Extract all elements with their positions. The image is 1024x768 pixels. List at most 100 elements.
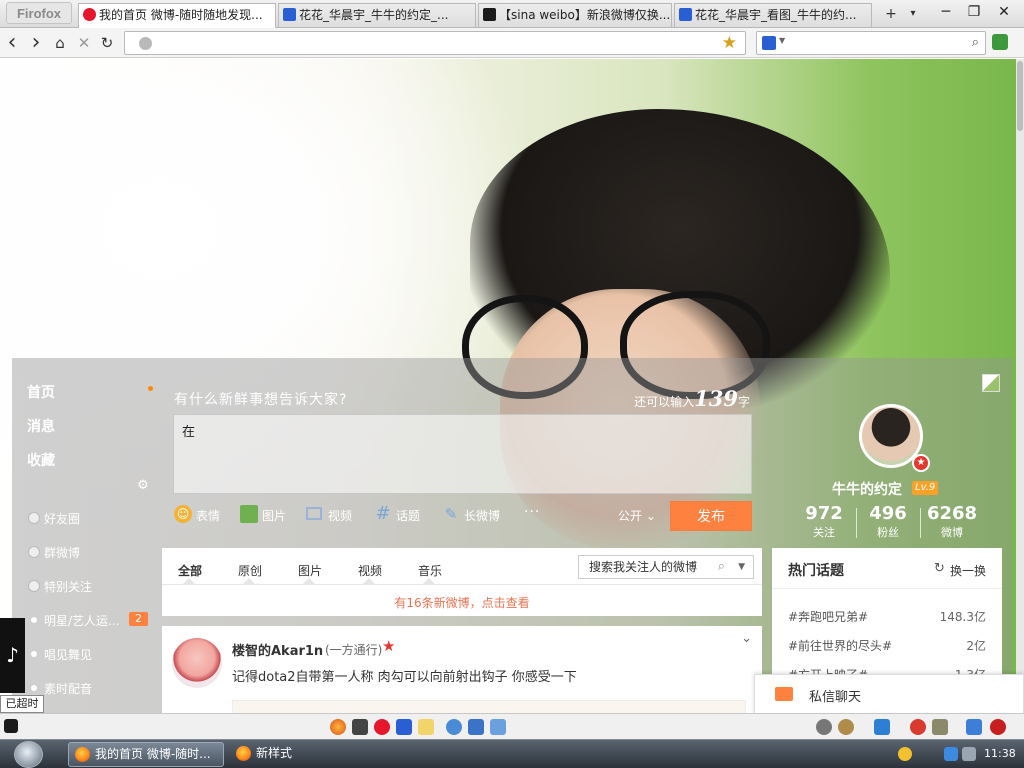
post-author[interactable]: 楼智的Akar1n bbox=[232, 640, 323, 659]
tab-weibo-home[interactable]: 我的首页 微博-随时随地发现... bbox=[78, 3, 276, 28]
feed-search-input[interactable]: 搜索我关注人的微博 ⌕ ▼ bbox=[578, 555, 754, 579]
app-menu-button[interactable]: Firofox bbox=[6, 2, 72, 24]
post-media[interactable] bbox=[232, 700, 746, 713]
tab-music[interactable]: 音乐 bbox=[418, 562, 442, 579]
puzzle-icon[interactable] bbox=[468, 719, 484, 735]
dot-icon bbox=[31, 685, 37, 691]
stat-label: 关注 bbox=[813, 526, 835, 539]
home-button[interactable]: ⌂ bbox=[50, 33, 70, 53]
tv-icon[interactable] bbox=[352, 719, 368, 735]
volume-tray-icon[interactable] bbox=[962, 747, 976, 761]
nav-messages[interactable]: 消息 bbox=[27, 416, 55, 436]
gear-icon[interactable] bbox=[816, 719, 832, 735]
feed-post: 楼智的Akar1n (一方通行) ★ 记得dota2自带第一人称 肉勾可以向前射… bbox=[162, 626, 762, 713]
hot-topic-item[interactable]: #奔跑吧兄弟# 148.3亿 bbox=[788, 608, 986, 625]
monkey-icon[interactable] bbox=[838, 719, 854, 735]
visibility-dropdown[interactable]: 公开 ⌄ bbox=[618, 507, 656, 524]
nav-group-friends[interactable]: 好友圈 bbox=[28, 510, 80, 527]
new-tab-button[interactable]: + bbox=[882, 5, 900, 23]
refresh-topics-button[interactable]: ↻ 换一换 bbox=[933, 561, 986, 579]
start-button[interactable] bbox=[14, 741, 43, 768]
tab-all[interactable]: 全部 bbox=[178, 562, 202, 579]
gear-icon[interactable]: ⚙ bbox=[136, 479, 150, 493]
back-button[interactable]: ‹ bbox=[2, 32, 22, 54]
s-icon[interactable] bbox=[4, 719, 18, 733]
nav-group-group-weibo[interactable]: 群微博 bbox=[28, 544, 80, 561]
tab-videos[interactable]: 视频 bbox=[358, 562, 382, 579]
search-icon[interactable]: ⌕ bbox=[718, 556, 725, 578]
restore-button[interactable]: ❐ bbox=[962, 2, 986, 22]
tab-original[interactable]: 原创 bbox=[238, 562, 262, 579]
qq-tray-icon[interactable] bbox=[898, 747, 912, 761]
stat-number: 6268 bbox=[926, 503, 978, 524]
video-button[interactable]: 视频 bbox=[306, 507, 352, 524]
user-icon[interactable] bbox=[874, 719, 890, 735]
url-bar[interactable]: ★ bbox=[124, 31, 746, 55]
level-badge[interactable]: Lv.9 bbox=[912, 481, 939, 495]
private-chat-bar[interactable]: 私信聊天 bbox=[754, 674, 1024, 713]
nav-home[interactable]: 首页 bbox=[27, 382, 55, 402]
stat-following[interactable]: 972 关注 bbox=[794, 504, 854, 540]
tab-sina-weibo-skin[interactable]: 【sina weibo】新浪微博仅换... bbox=[478, 3, 672, 27]
link-icon[interactable] bbox=[446, 719, 462, 735]
chevron-down-icon[interactable]: ▼ bbox=[738, 556, 745, 578]
tool-label: 图片 bbox=[262, 509, 287, 523]
network-icon[interactable] bbox=[966, 719, 982, 735]
nav-group-special[interactable]: 特别关注 bbox=[28, 578, 92, 595]
image-button[interactable]: 图片 bbox=[240, 505, 287, 524]
paw-icon[interactable] bbox=[396, 719, 412, 735]
skin-settings-icon[interactable] bbox=[982, 374, 1000, 392]
page-scrollbar[interactable] bbox=[1016, 59, 1024, 713]
tools-icon[interactable] bbox=[932, 719, 948, 735]
hot-topic-item[interactable]: #前往世界的尽头# 2亿 bbox=[788, 637, 986, 654]
emoji-button[interactable]: ☺ 表情 bbox=[174, 505, 220, 524]
tab-huahua-pics[interactable]: 花花_华晨宇_看图_牛牛的约... bbox=[674, 3, 872, 27]
firefox-icon[interactable] bbox=[330, 719, 346, 735]
reload-button[interactable]: ↻ bbox=[97, 33, 117, 53]
main-panel: 首页 消息 收藏 ⚙ 好友圈 群微博 特别关注 明星/艺人运... 2 唱见舞见… bbox=[12, 358, 1012, 713]
scrollbar-thumb[interactable] bbox=[1017, 61, 1023, 131]
topic-button[interactable]: # 话题 bbox=[374, 505, 420, 524]
translate-icon[interactable] bbox=[490, 719, 506, 735]
hot-topic-name: #奔跑吧兄弟# bbox=[788, 610, 869, 624]
bookmark-star-icon[interactable]: ★ bbox=[722, 33, 737, 53]
tool-label: 长微博 bbox=[464, 509, 501, 523]
stop-button[interactable]: ✕ bbox=[74, 33, 94, 53]
forward-button[interactable]: › bbox=[26, 32, 46, 54]
music-player-widget[interactable]: ♪ bbox=[0, 618, 25, 693]
tab-images[interactable]: 图片 bbox=[298, 562, 322, 579]
nav-group-label: 唱见舞见 bbox=[44, 648, 93, 662]
network-tray-icon[interactable] bbox=[944, 747, 958, 761]
profile-name[interactable]: 牛牛的约定 bbox=[832, 479, 902, 499]
taskbar-item-weibo[interactable]: 我的首页 微博-随时... bbox=[68, 742, 224, 767]
chevron-down-icon[interactable]: ▼ bbox=[779, 36, 785, 45]
note-icon[interactable] bbox=[418, 719, 434, 735]
addon-toolbar-icon[interactable] bbox=[992, 34, 1008, 50]
post-textarea[interactable]: 在 bbox=[173, 414, 752, 494]
search-bar[interactable]: ▼ ⌕ bbox=[756, 31, 986, 55]
search-engine-paw-icon[interactable] bbox=[762, 36, 776, 50]
new-posts-link[interactable]: 有16条新微博，点击查看 bbox=[162, 594, 762, 611]
avatar[interactable] bbox=[172, 638, 222, 688]
taskbar-item-new-style[interactable]: 新样式 bbox=[230, 742, 350, 767]
tab-huahua-tieba[interactable]: 花花_华晨宇_牛牛的约定_... bbox=[278, 3, 476, 27]
tab-title: 花花_华晨宇_牛牛的约定_... bbox=[299, 8, 449, 22]
nav-group-singers[interactable]: 唱见舞见 bbox=[28, 646, 92, 663]
block-icon[interactable] bbox=[990, 719, 1006, 735]
nav-group-stars[interactable]: 明星/艺人运... bbox=[28, 612, 120, 629]
nav-favorites[interactable]: 收藏 bbox=[27, 450, 55, 470]
more-tools-button[interactable]: ··· bbox=[524, 504, 540, 520]
minimize-button[interactable]: ─ bbox=[934, 2, 958, 22]
chevron-down-icon[interactable]: ⌄ bbox=[741, 631, 752, 646]
close-window-button[interactable]: ✕ bbox=[992, 2, 1016, 22]
tab-list-button[interactable]: ▾ bbox=[904, 5, 922, 23]
stat-posts[interactable]: 6268 微博 bbox=[922, 504, 982, 540]
adblock-icon[interactable] bbox=[910, 719, 926, 735]
long-post-button[interactable]: ✎ 长微博 bbox=[442, 505, 501, 524]
refresh-icon: ↻ bbox=[933, 561, 945, 576]
star-icon: ★ bbox=[382, 637, 396, 655]
stat-followers[interactable]: 496 粉丝 bbox=[858, 504, 918, 540]
search-icon[interactable]: ⌕ bbox=[972, 35, 979, 50]
publish-button[interactable]: 发布 bbox=[670, 501, 752, 531]
weibo-icon[interactable] bbox=[374, 719, 390, 735]
